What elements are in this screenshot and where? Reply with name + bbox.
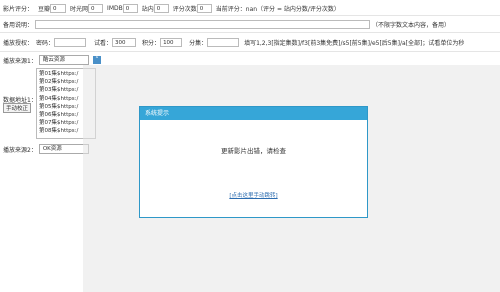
rating-row: 影片评分： 豆瓣 0 时光网 0 IMDB 0 站内 0 评分次数 0 当前评分… xyxy=(0,3,500,13)
divider xyxy=(0,15,500,16)
episodes-input[interactable] xyxy=(207,37,240,47)
permission-label: 播放授权： xyxy=(3,39,34,47)
rating-label: 影片评分： xyxy=(3,5,34,13)
divider xyxy=(0,32,500,33)
source1-row: 播放来源1： 酷云资源 ˄ xyxy=(0,55,500,65)
permission-row: 播放授权： 密码： 试看： 300 积分： 100 分集： 填写1,2,3[指定… xyxy=(0,37,500,47)
memo-hint: （不限字数文本内容，备用） xyxy=(372,21,451,29)
source2-label: 播放来源2： xyxy=(3,146,37,154)
site-rating-label: 站内 xyxy=(141,5,154,13)
system-dialog: 系统提示 更新影片出错，请检查 [点击这里手动跳转] xyxy=(139,106,368,218)
memo-row: 备用说明： （不限字数文本内容，备用） xyxy=(0,19,500,29)
memo-input[interactable] xyxy=(35,19,371,29)
douban-label: 豆瓣 xyxy=(38,5,51,13)
divider xyxy=(0,51,500,52)
arrow-up-icon: ˄ xyxy=(95,56,99,64)
dialog-title: 系统提示 xyxy=(140,107,367,120)
memo-label: 备用说明： xyxy=(3,21,34,29)
mtime-input[interactable]: 0 xyxy=(88,3,104,13)
permission-hint: 填写1,2,3[指定集数]/f3[前3集免费]/s5[前5集]/e5[后5集]/… xyxy=(244,39,465,47)
source1-label: 播放来源1： xyxy=(3,57,37,65)
rating-count-label: 评分次数 xyxy=(172,5,197,13)
douban-input[interactable]: 0 xyxy=(50,3,67,13)
site-rating-input[interactable]: 0 xyxy=(153,3,169,13)
trial-input[interactable]: 300 xyxy=(112,37,137,47)
mtime-label: 时光网 xyxy=(70,5,89,13)
dialog-message: 更新影片出错，请检查 xyxy=(221,147,286,155)
points-label: 积分： xyxy=(142,39,161,47)
rating-count-input[interactable]: 0 xyxy=(196,3,212,13)
episodes-label: 分集： xyxy=(189,39,208,47)
trial-label: 试看： xyxy=(94,39,113,47)
password-label: 密码： xyxy=(36,39,55,47)
password-input[interactable] xyxy=(54,37,87,47)
source1-select[interactable]: 酷云资源 xyxy=(38,55,89,65)
imdb-label: IMDB xyxy=(107,4,123,12)
source2-select[interactable]: OK资源 xyxy=(38,144,89,154)
add-source-button[interactable]: ˄ xyxy=(92,56,101,64)
manual-redirect-link[interactable]: [点击这里手动跳转] xyxy=(140,191,367,199)
imdb-input[interactable]: 0 xyxy=(122,3,138,13)
current-rating-text: 当前评分：nan（评分 = 站内分数/评分次数） xyxy=(215,5,340,13)
points-input[interactable]: 100 xyxy=(160,37,183,47)
manual-correct-button[interactable]: 手动校正 xyxy=(3,103,32,113)
